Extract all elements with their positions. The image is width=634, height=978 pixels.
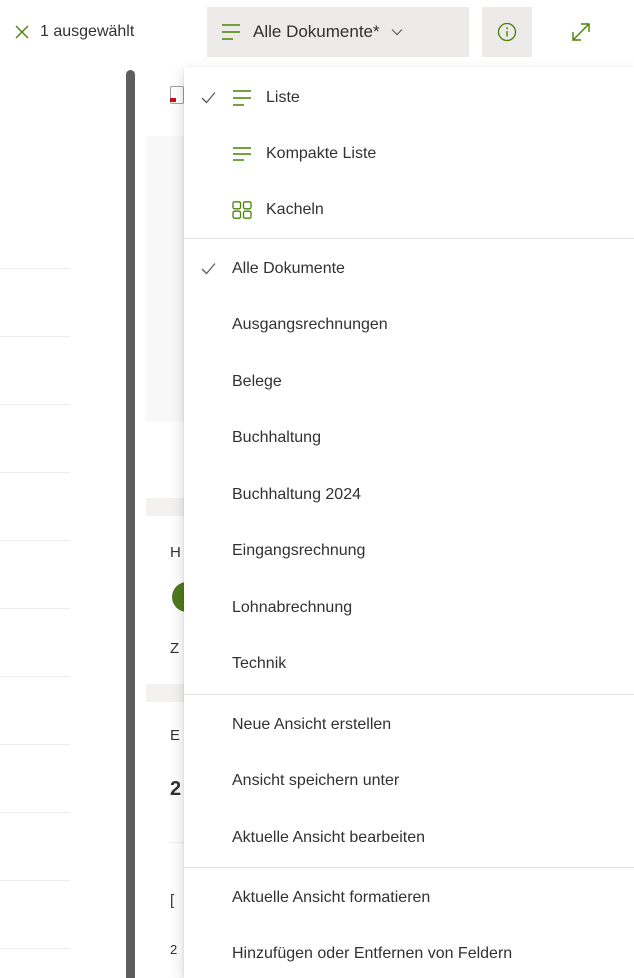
peek-text: H	[170, 544, 181, 561]
checkmark-icon	[201, 92, 216, 104]
menu-item-buchhaltung-2024[interactable]: Buchhaltung 2024	[184, 470, 634, 520]
menu-item-label: Aktuelle Ansicht bearbeiten	[232, 829, 426, 846]
menu-item-label: Buchhaltung 2024	[232, 486, 361, 503]
menu-item-label: Aktuelle Ansicht formatieren	[232, 889, 431, 906]
chevron-down-icon	[391, 29, 403, 36]
peek-text: E	[170, 727, 181, 744]
expand-button[interactable]	[565, 16, 597, 48]
menu-divider	[184, 238, 634, 239]
menu-item-label: Technik	[232, 655, 287, 672]
menu-item-label: Kacheln	[266, 201, 324, 218]
pdf-file-icon	[170, 86, 184, 104]
command-bar: 1 ausgewählt Alle Dokumente*	[0, 0, 634, 64]
view-switcher-button[interactable]: Alle Dokumente*	[207, 7, 469, 57]
section-divider	[146, 684, 184, 702]
menu-item-liste[interactable]: Liste	[184, 73, 634, 123]
row-divider	[0, 608, 70, 609]
menu-item-label: Neue Ansicht erstellen	[232, 716, 392, 733]
row-divider	[0, 268, 70, 269]
menu-item-label: Buchhaltung	[232, 429, 321, 446]
menu-item-new-view[interactable]: Neue Ansicht erstellen	[184, 700, 634, 750]
row-divider	[0, 336, 70, 337]
peek-text: 2	[170, 778, 182, 800]
menu-item-add-remove-fields[interactable]: Hinzufügen oder Entfernen von Feldern	[184, 929, 634, 978]
row-divider	[0, 472, 70, 473]
divider	[170, 842, 184, 843]
list-lines-icon	[233, 90, 251, 106]
menu-divider	[184, 694, 634, 695]
menu-item-label: Eingangsrechnung	[232, 542, 366, 559]
menu-item-eingangsrechnung[interactable]: Eingangsrechnung	[184, 526, 634, 576]
menu-item-kacheln[interactable]: Kacheln	[184, 185, 634, 235]
current-view-label: Alle Dokumente*	[253, 22, 380, 41]
menu-item-technik[interactable]: Technik	[184, 639, 634, 689]
menu-item-alle-dokumente[interactable]: Alle Dokumente	[184, 244, 634, 294]
vertical-scrollbar[interactable]	[126, 70, 135, 978]
info-pane-button[interactable]	[482, 7, 532, 57]
menu-item-format-view[interactable]: Aktuelle Ansicht formatieren	[184, 873, 634, 923]
menu-item-buchhaltung[interactable]: Buchhaltung	[184, 413, 634, 463]
compact-list-icon	[233, 147, 251, 161]
section-divider	[146, 498, 184, 516]
menu-item-label: Alle Dokumente	[232, 260, 345, 277]
menu-item-label: Hinzufügen oder Entfernen von Feldern	[232, 945, 513, 962]
view-options-menu: Liste Kompakte Liste Kacheln Alle Dokume…	[184, 67, 634, 978]
row-divider	[0, 540, 70, 541]
close-icon	[15, 25, 29, 39]
menu-item-kompakte-liste[interactable]: Kompakte Liste	[184, 129, 634, 179]
menu-item-save-view-as[interactable]: Ansicht speichern unter	[184, 756, 634, 806]
row-divider	[0, 676, 70, 677]
preview-area	[146, 136, 184, 422]
row-divider	[0, 880, 70, 881]
menu-item-belege[interactable]: Belege	[184, 357, 634, 407]
tiles-icon	[232, 201, 252, 219]
menu-item-edit-view[interactable]: Aktuelle Ansicht bearbeiten	[184, 813, 634, 863]
peek-text: [	[170, 892, 175, 909]
menu-item-label: Belege	[232, 373, 282, 390]
list-lines-icon	[222, 24, 240, 40]
row-divider	[0, 948, 70, 949]
row-divider	[0, 812, 70, 813]
checkmark-icon	[201, 263, 216, 275]
clear-selection-button[interactable]: 1 ausgewählt	[14, 18, 134, 46]
menu-item-label: Liste	[266, 89, 300, 106]
menu-item-label: Ansicht speichern unter	[232, 772, 400, 789]
menu-item-ausgangsrechnungen[interactable]: Ausgangsrechnungen	[184, 300, 634, 350]
row-divider	[0, 404, 70, 405]
menu-item-label: Kompakte Liste	[266, 145, 377, 162]
menu-divider	[184, 867, 634, 868]
row-divider	[0, 744, 70, 745]
selection-count-label: 1 ausgewählt	[40, 23, 135, 40]
info-icon	[497, 22, 517, 42]
menu-item-label: Lohnabrechnung	[232, 599, 353, 616]
expand-icon	[572, 23, 590, 41]
menu-item-lohnabrechnung[interactable]: Lohnabrechnung	[184, 583, 634, 633]
menu-item-label: Ausgangsrechnungen	[232, 316, 388, 333]
peek-text: Z	[170, 640, 180, 657]
peek-text: 2	[170, 942, 178, 957]
